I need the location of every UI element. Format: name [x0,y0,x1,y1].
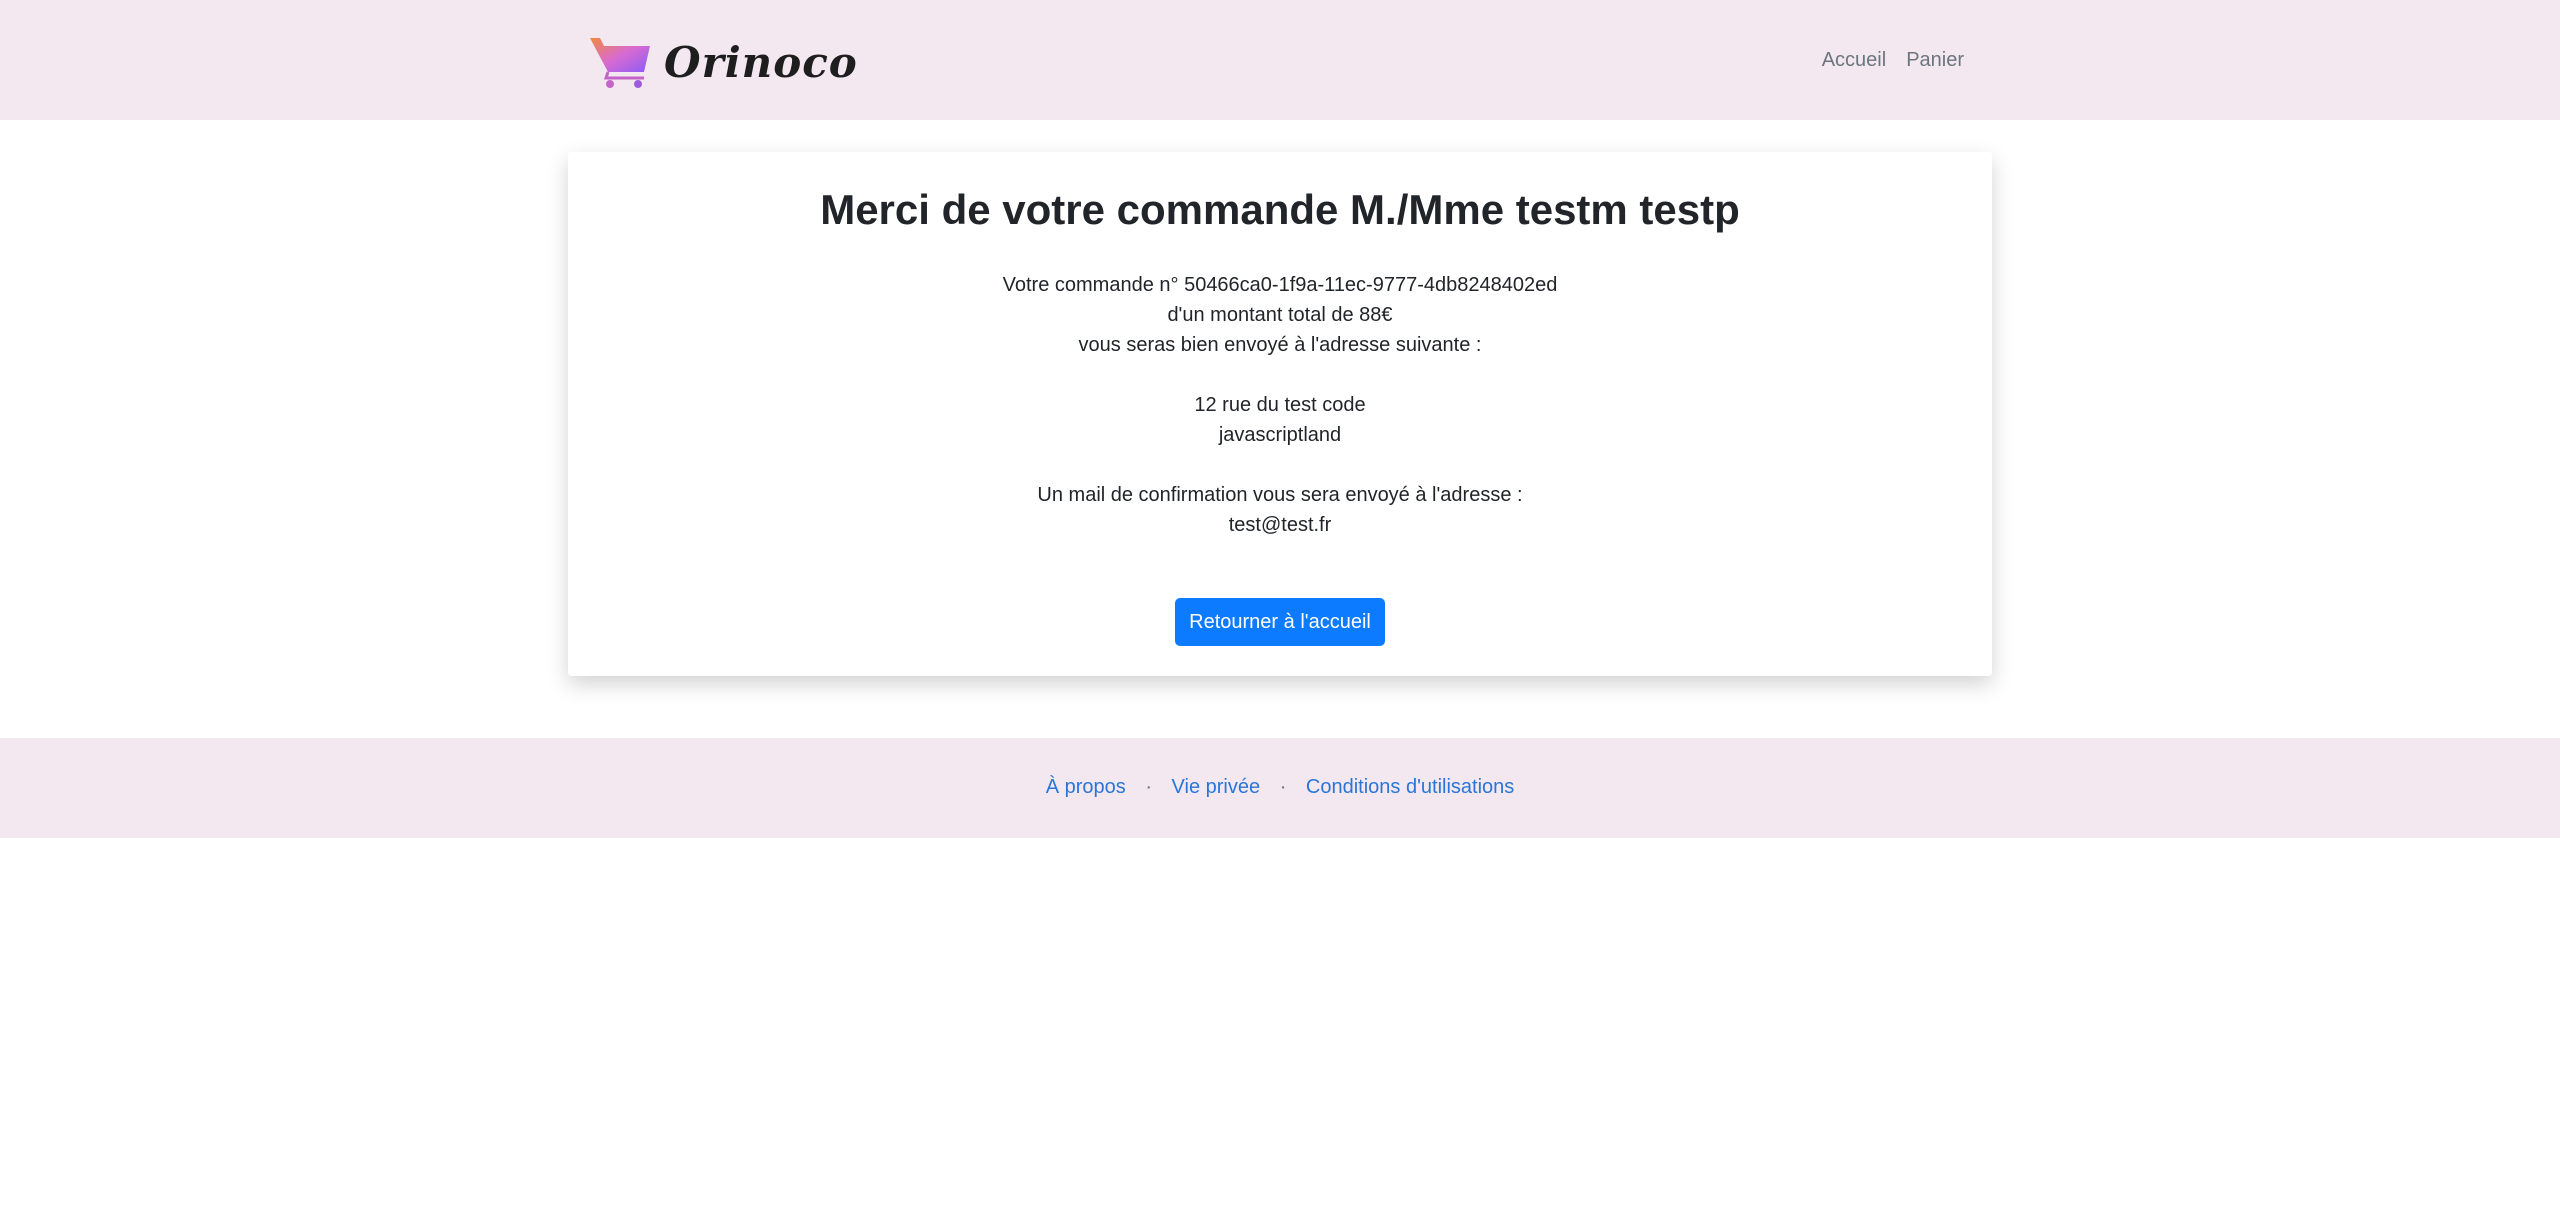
footer-link-a-propos[interactable]: À propos [1046,776,1126,798]
main-nav: Accueil Panier [1822,42,1964,78]
navbar: Orinoco Accueil Panier [0,0,2560,120]
address-city: javascriptland [1218,424,1342,446]
brand-logo-link[interactable]: Orinoco [588,34,858,90]
page-title: Merci de votre commande M./Mme testm tes… [820,186,1740,233]
order-details: Votre commande n° 50466ca0-1f9a-11ec-977… [568,270,1992,540]
address-intro: vous seras bien envoyé à l'adresse suiva… [1078,334,1482,356]
footer-link-conditions[interactable]: Conditions d'utilisations [1306,776,1514,798]
nav-link-accueil[interactable]: Accueil [1822,42,1886,78]
confirmation-email: test@test.fr [1228,514,1332,536]
footer-link-vie-privee[interactable]: Vie privée [1172,776,1261,798]
mail-intro: Un mail de confirmation vous sera envoyé… [1037,484,1523,506]
order-amount: d'un montant total de 88€ [1167,304,1393,326]
address-street: 12 rue du test code [1194,394,1366,416]
footer-links: À propos · Vie privée · Conditions d'uti… [0,772,2560,802]
footer-separator: · [1145,776,1152,798]
order-number: Votre commande n° 50466ca0-1f9a-11ec-977… [1002,274,1558,296]
footer: À propos · Vie privée · Conditions d'uti… [0,738,2560,838]
nav-link-panier[interactable]: Panier [1906,42,1964,78]
order-confirmation-card: Merci de votre commande M./Mme testm tes… [568,152,1992,676]
return-home-button[interactable]: Retourner à l'accueil [1175,598,1385,646]
brand-name: Orinoco [664,37,858,87]
footer-separator: · [1279,776,1287,798]
shopping-cart-icon [590,38,650,88]
